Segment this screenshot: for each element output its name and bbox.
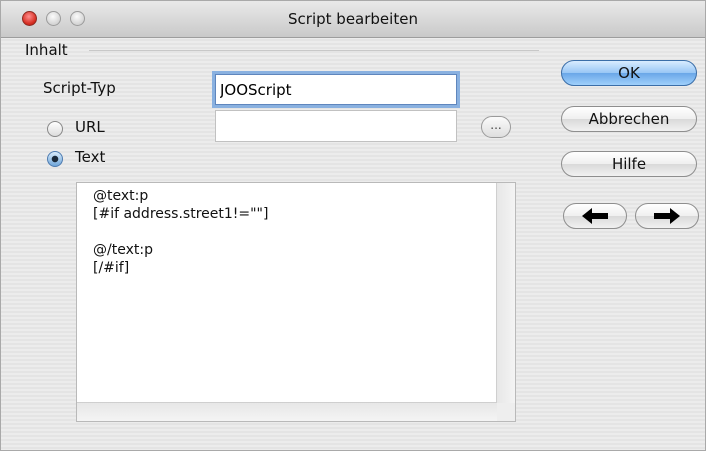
vertical-scrollbar[interactable]	[496, 183, 515, 403]
horizontal-scrollbar[interactable]	[77, 402, 497, 421]
script-type-field[interactable]	[215, 74, 457, 105]
window-title: Script bearbeiten	[288, 10, 418, 28]
text-radio-label: Text	[75, 148, 106, 166]
title-bar[interactable]: Script bearbeiten	[1, 1, 705, 38]
right-arrow-icon	[654, 208, 680, 224]
url-radio[interactable]	[47, 121, 63, 137]
content-section-label: Inhalt	[25, 41, 68, 59]
url-field[interactable]	[215, 110, 457, 142]
ok-button[interactable]: OK	[561, 60, 697, 86]
script-type-label: Script-Typ	[43, 79, 116, 97]
cancel-button[interactable]: Abbrechen	[561, 106, 697, 132]
next-button[interactable]	[635, 203, 699, 229]
help-button[interactable]: Hilfe	[561, 151, 697, 177]
script-text-area[interactable]: @text:p [#if address.street1!=""] @/text…	[76, 182, 516, 422]
left-arrow-icon	[582, 208, 608, 224]
script-text-content[interactable]: @text:p [#if address.street1!=""] @/text…	[93, 187, 491, 277]
text-radio[interactable]	[47, 151, 63, 167]
section-divider	[89, 50, 539, 51]
browse-url-button[interactable]: ...	[481, 116, 511, 138]
script-edit-dialog: Script bearbeiten Inhalt Script-Typ URL …	[0, 0, 706, 451]
scrollbar-corner	[497, 403, 515, 421]
url-radio-label: URL	[75, 118, 105, 136]
previous-button[interactable]	[563, 203, 627, 229]
